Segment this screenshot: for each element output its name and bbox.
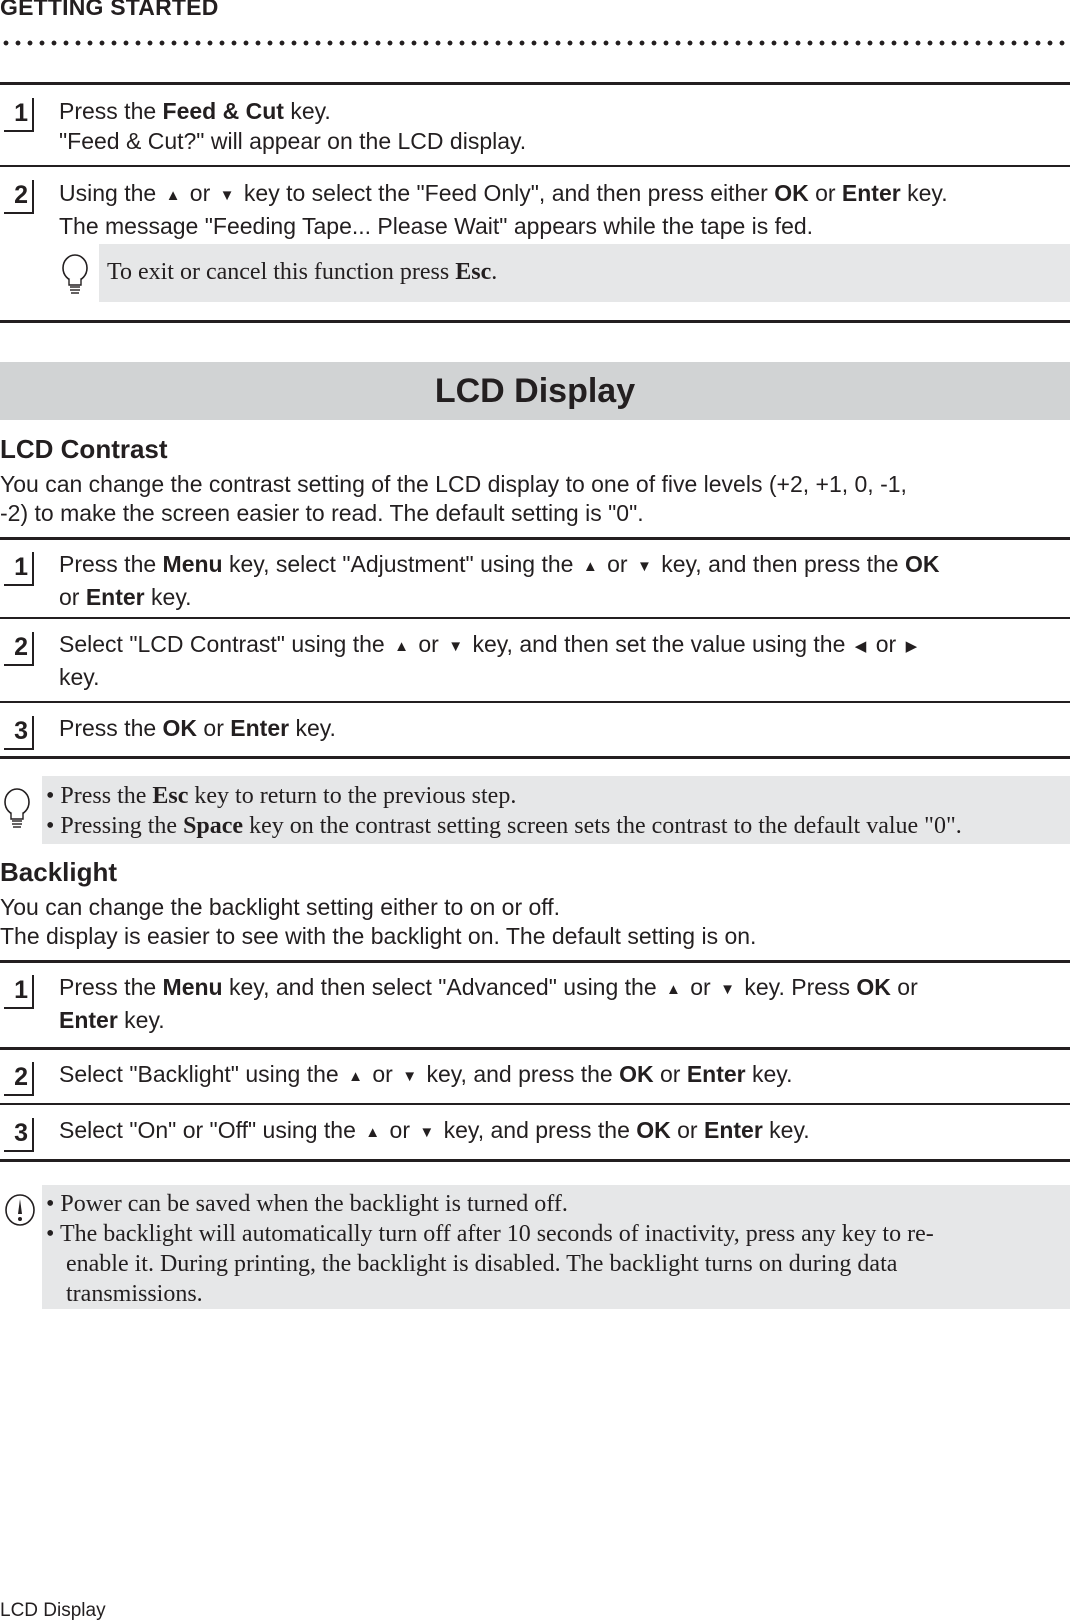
subsection-heading: Backlight — [0, 857, 118, 887]
intro-paragraph: You can change the backlight setting eit… — [0, 894, 757, 949]
step-number: 2 — [4, 632, 34, 666]
down-arrow-icon: ▼ — [219, 187, 235, 204]
feed-step-2: 2 Using the ▲ or ▼ key to select the "Fe… — [0, 178, 1070, 239]
caution-note: • Power can be saved when the backlight … — [42, 1185, 1070, 1309]
step-number: 2 — [4, 180, 34, 214]
step-number: 1 — [4, 98, 34, 132]
divider — [0, 320, 1070, 323]
subsection-heading: LCD Contrast — [0, 434, 168, 464]
up-arrow-icon: ▲ — [165, 187, 181, 204]
up-arrow-icon: ▲ — [348, 1068, 363, 1085]
divider — [0, 165, 1070, 167]
intro-paragraph: You can change the contrast setting of t… — [0, 471, 907, 526]
tip-note: To exit or cancel this function press Es… — [99, 244, 1070, 302]
dotted-divider — [0, 40, 1070, 46]
contrast-step-3: 3 Press the OK or Enter key. — [0, 713, 1070, 750]
feed-step-1: 1 Press the Feed & Cut key. "Feed & Cut?… — [0, 96, 1070, 156]
step-text: Press the Menu key, select "Adjustment" … — [59, 551, 940, 610]
tip-note: • Press the Esc key to return to the pre… — [42, 776, 1070, 844]
backlight-step-2: 2 Select "Backlight" using the ▲ or ▼ ke… — [0, 1059, 1070, 1096]
section-title: LCD Display — [434, 372, 636, 410]
left-arrow-icon: ◀ — [854, 638, 867, 655]
step-number: 3 — [4, 1118, 34, 1152]
down-arrow-icon: ▼ — [402, 1068, 418, 1085]
divider — [0, 701, 1070, 703]
section-header: GETTING STARTED — [0, 0, 219, 20]
contrast-step-2: 2 Select "LCD Contrast" using the ▲ or ▼… — [0, 629, 1070, 692]
step-text: Press the Feed & Cut key. "Feed & Cut?" … — [59, 98, 527, 154]
page-footer: LCD Display — [0, 1600, 106, 1621]
up-arrow-icon: ▲ — [394, 638, 409, 655]
step-number: 1 — [4, 552, 34, 586]
step-text: Using the ▲ or ▼ key to select the "Feed… — [59, 180, 948, 239]
down-arrow-icon: ▼ — [720, 981, 735, 998]
step-text: Press the Menu key, and then select "Adv… — [59, 974, 918, 1033]
note-bullet: • Power can be saved when the backlight … — [46, 1191, 568, 1217]
contrast-step-1: 1 Press the Menu key, select "Adjustment… — [0, 549, 1070, 610]
right-arrow-icon: ▶ — [905, 638, 918, 655]
step-text: Press the OK or Enter key. — [59, 715, 336, 741]
note-bullet: • Pressing the Space key on the contrast… — [46, 813, 962, 839]
caution-icon — [3, 1192, 37, 1233]
down-arrow-icon: ▼ — [448, 638, 464, 655]
divider — [0, 617, 1070, 619]
down-arrow-icon: ▼ — [636, 558, 652, 575]
section-band: LCD Display — [0, 362, 1070, 420]
step-number: 3 — [4, 716, 34, 750]
step-number: 2 — [4, 1062, 34, 1096]
step-text: Select "Backlight" using the ▲ or ▼ key,… — [59, 1059, 1064, 1092]
backlight-step-1: 1 Press the Menu key, and then select "A… — [0, 972, 1070, 1033]
lightbulb-icon — [2, 786, 32, 835]
backlight-step-3: 3 Select "On" or "Off" using the ▲ or ▼ … — [0, 1115, 1070, 1152]
divider — [0, 1103, 1070, 1105]
step-text: Select "On" or "Off" using the ▲ or ▼ ke… — [59, 1115, 1064, 1148]
note-bullet-continuation: transmissions. — [66, 1281, 203, 1307]
divider — [0, 1159, 1070, 1162]
up-arrow-icon: ▲ — [666, 981, 681, 998]
up-arrow-icon: ▲ — [582, 558, 598, 575]
step-text: Select "LCD Contrast" using the ▲ or ▼ k… — [59, 629, 1064, 692]
divider — [0, 960, 1070, 963]
divider — [0, 1047, 1070, 1050]
note-bullet: • Press the Esc key to return to the pre… — [46, 783, 517, 809]
down-arrow-icon: ▼ — [419, 1124, 435, 1141]
note-bullet: • The backlight will automatically turn … — [46, 1221, 934, 1247]
divider — [0, 537, 1070, 540]
note-bullet-continuation: enable it. During printing, the backligh… — [66, 1251, 898, 1277]
step-number: 1 — [4, 975, 34, 1009]
up-arrow-icon: ▲ — [365, 1124, 381, 1141]
divider — [0, 756, 1070, 759]
divider — [0, 82, 1070, 85]
lightbulb-icon — [60, 252, 90, 301]
